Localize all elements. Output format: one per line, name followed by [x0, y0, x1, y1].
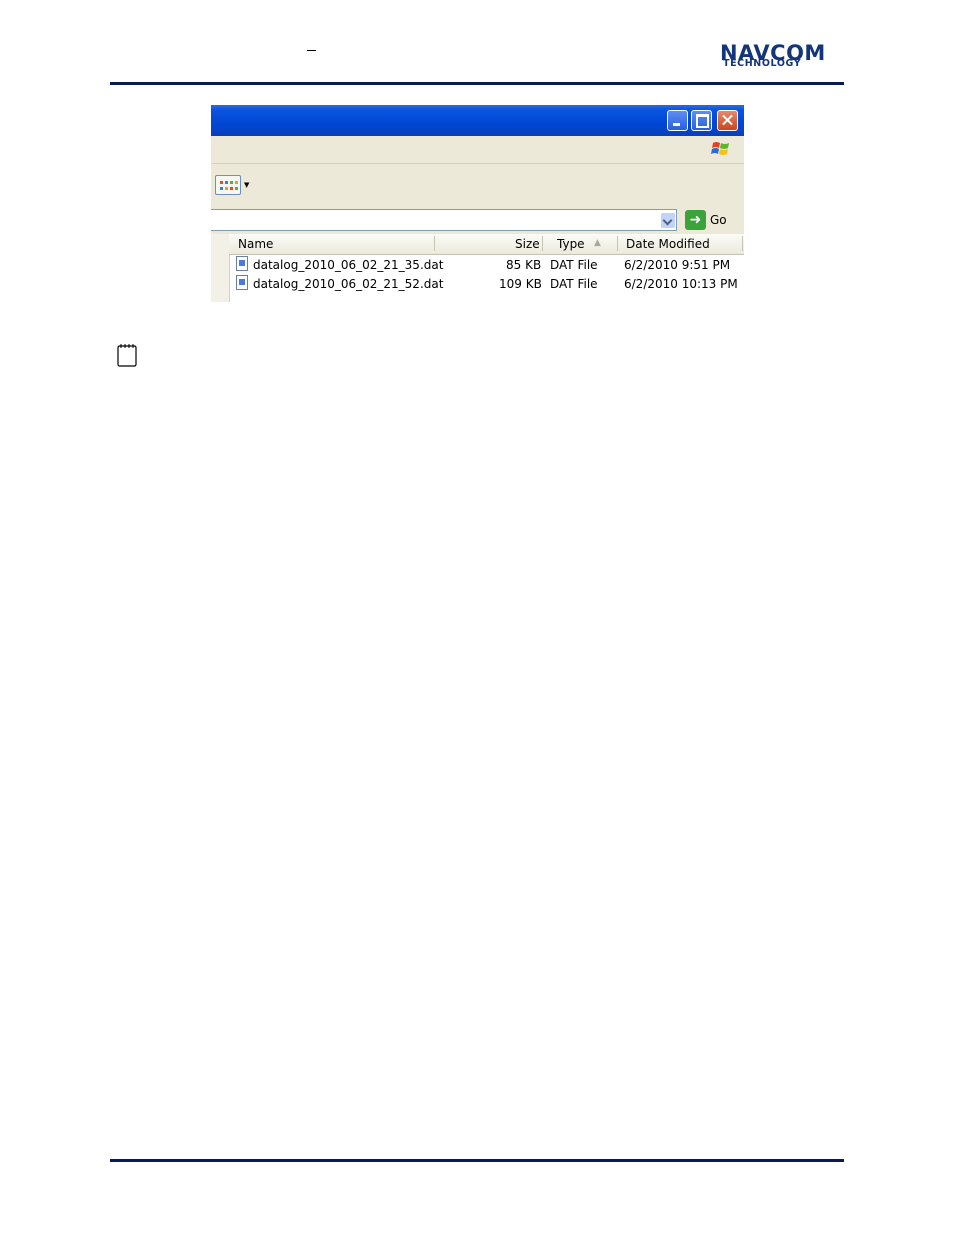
- header-rule: [110, 82, 844, 85]
- sort-ascending-icon: ▲: [594, 238, 601, 248]
- file-row[interactable]: datalog_2010_06_02_21_35.dat 85 KB DAT F…: [231, 255, 744, 274]
- toolbar: [211, 164, 744, 207]
- dat-file-icon: [236, 275, 248, 290]
- notepad-icon: [117, 344, 137, 367]
- file-size: 85 KB: [506, 258, 542, 272]
- go-button-label[interactable]: Go: [710, 213, 727, 227]
- window-titlebar[interactable]: [211, 105, 744, 136]
- dat-file-icon: [236, 256, 248, 271]
- column-separator[interactable]: [617, 236, 618, 251]
- column-separator[interactable]: [742, 236, 743, 251]
- folders-pane-edge: [211, 234, 230, 302]
- header-dash: [307, 50, 316, 51]
- column-header-type[interactable]: Type: [557, 237, 585, 251]
- file-type: DAT File: [550, 277, 598, 291]
- logo-sub-text: TECHNOLOGY: [723, 58, 802, 69]
- file-type: DAT File: [550, 258, 598, 272]
- close-icon[interactable]: [717, 110, 738, 131]
- address-dropdown-icon[interactable]: [661, 213, 675, 228]
- address-input[interactable]: [211, 209, 677, 231]
- views-dropdown-arrow-icon[interactable]: ▼: [244, 182, 249, 189]
- file-date-modified: 6/2/2010 9:51 PM: [624, 258, 731, 272]
- file-size: 109 KB: [499, 277, 542, 291]
- navcom-logo: NAVCOM TECHNOLOGY: [720, 42, 844, 70]
- menu-bar: [211, 136, 744, 164]
- footer-rule: [110, 1159, 844, 1162]
- column-header-name[interactable]: Name: [238, 237, 273, 251]
- maximize-icon[interactable]: [691, 110, 712, 131]
- column-separator[interactable]: [542, 236, 543, 251]
- file-date-modified: 6/2/2010 10:13 PM: [624, 277, 738, 291]
- column-header-date-modified[interactable]: Date Modified: [626, 237, 710, 251]
- column-header-size[interactable]: Size: [515, 237, 540, 251]
- column-separator[interactable]: [434, 236, 435, 251]
- file-row[interactable]: datalog_2010_06_02_21_52.dat 109 KB DAT …: [231, 274, 744, 293]
- file-name: datalog_2010_06_02_21_35.dat: [253, 258, 444, 272]
- file-name: datalog_2010_06_02_21_52.dat: [253, 277, 444, 291]
- go-arrow-icon[interactable]: ➜: [685, 210, 706, 230]
- minimize-icon[interactable]: [667, 110, 688, 131]
- explorer-window-screenshot: ▼ ➜ Go Name Size Type ▲ Date Modified da…: [211, 105, 744, 302]
- windows-logo-icon: [711, 142, 729, 155]
- views-button[interactable]: [215, 175, 241, 195]
